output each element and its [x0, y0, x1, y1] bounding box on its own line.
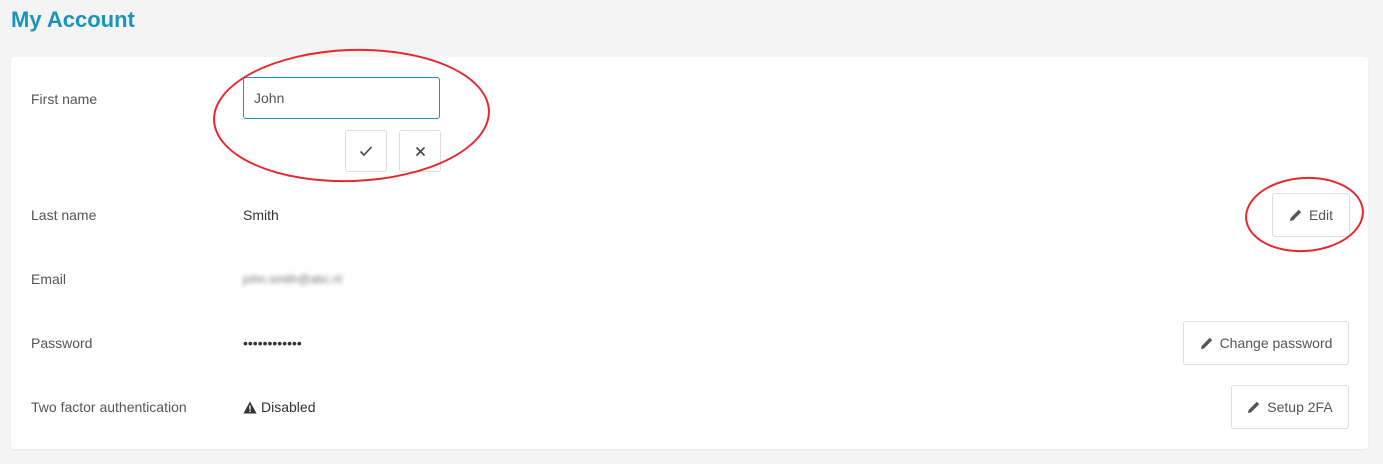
close-icon [415, 146, 425, 156]
setup-2fa-label: Setup 2FA [1267, 399, 1333, 415]
edit-last-name-button[interactable]: Edit [1272, 193, 1350, 237]
check-icon [359, 146, 373, 157]
first-name-input[interactable] [243, 77, 440, 119]
two-factor-status: Disabled [243, 399, 315, 415]
change-password-label: Change password [1219, 335, 1333, 351]
two-factor-label: Two factor authentication [31, 399, 187, 415]
page-title: My Account [11, 7, 135, 32]
setup-2fa-button[interactable]: Setup 2FA [1231, 385, 1349, 429]
last-name-value: Smith [243, 207, 279, 223]
last-name-label: Last name [31, 207, 97, 223]
confirm-button[interactable] [345, 130, 387, 172]
pencil-icon [1248, 401, 1260, 413]
password-value: •••••••••••• [243, 335, 302, 351]
password-label: Password [31, 335, 93, 351]
pencil-icon [1289, 209, 1302, 221]
edit-label: Edit [1308, 207, 1334, 223]
cancel-button[interactable] [399, 130, 441, 172]
email-label: Email [31, 271, 67, 287]
warning-icon [243, 401, 257, 413]
email-value: john.smith@abc.nl [243, 272, 342, 286]
pencil-icon [1200, 337, 1212, 349]
two-factor-status-text: Disabled [261, 399, 316, 415]
account-card: First name Last name Smith Edit Email jo… [11, 57, 1368, 449]
change-password-button[interactable]: Change password [1183, 321, 1349, 365]
first-name-label: First name [31, 91, 98, 107]
